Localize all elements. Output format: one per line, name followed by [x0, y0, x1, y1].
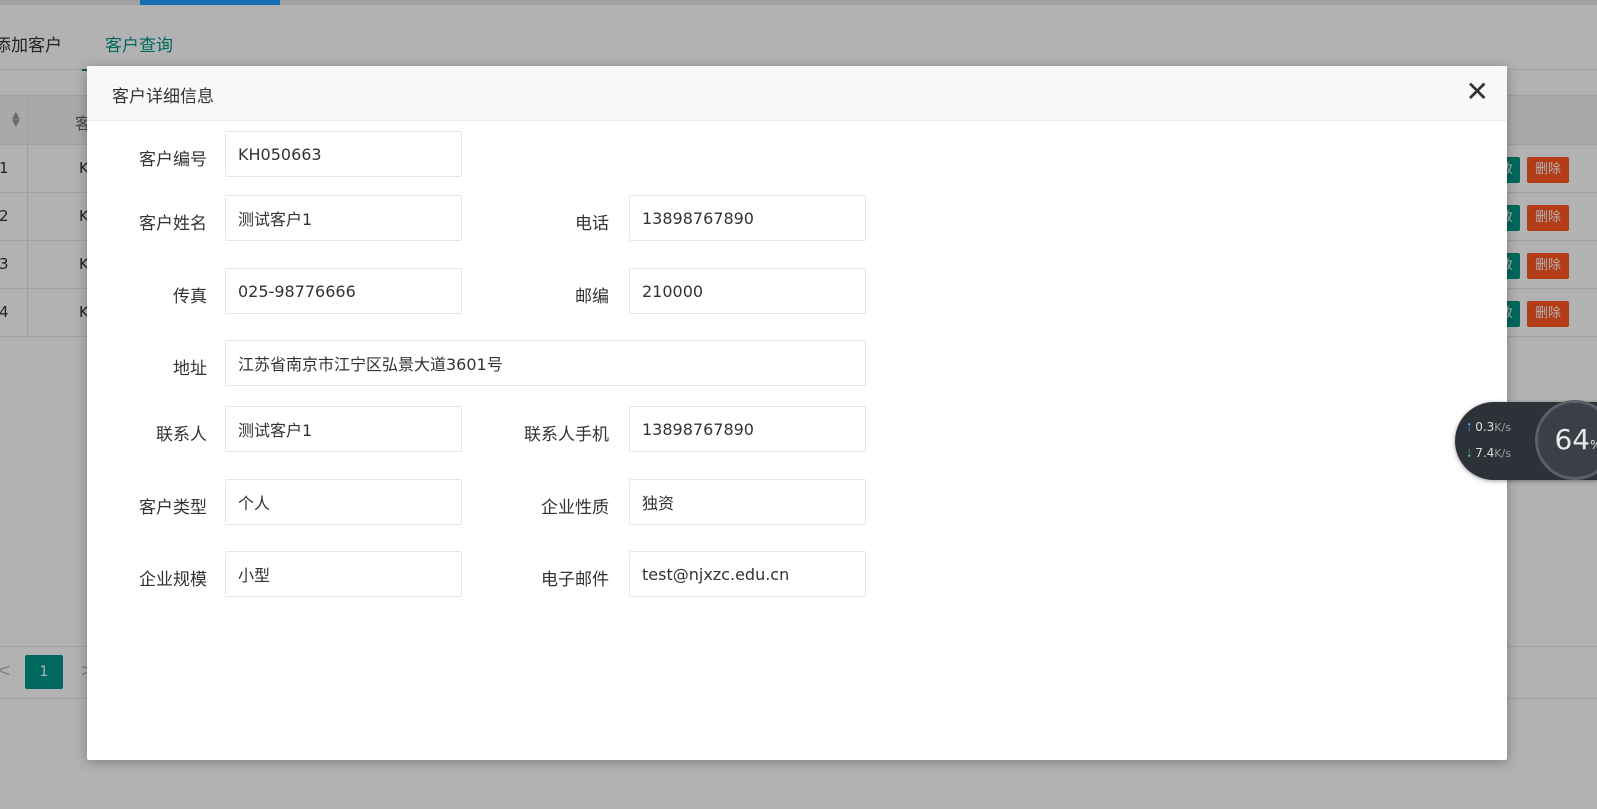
- enterprise-scale-label: 企业规模: [139, 570, 207, 590]
- contact-mobile-label: 联系人手机: [524, 425, 609, 445]
- upload-speed: 🠑 0.3K/s: [1467, 418, 1511, 439]
- address-label: 地址: [173, 359, 207, 379]
- upload-speed-unit: K/s: [1494, 421, 1511, 434]
- customer-name-label: 客户姓名: [139, 214, 207, 234]
- dialog-body: 客户编号 客户姓名 电话 传真 邮编 地址 联系人 联系人手机 客户类型 企业性…: [87, 121, 1507, 760]
- enterprise-nature-field[interactable]: [629, 479, 866, 525]
- email-field[interactable]: [629, 551, 866, 597]
- customer-id-label: 客户编号: [139, 150, 207, 170]
- upload-arrow-icon: 🠑: [1467, 420, 1472, 434]
- close-icon[interactable]: ✕: [1466, 78, 1489, 106]
- fax-label: 传真: [173, 287, 207, 307]
- usage-percent-sign: %: [1590, 438, 1597, 452]
- usage-percent-value: 64: [1554, 423, 1591, 456]
- contact-label: 联系人: [156, 425, 207, 445]
- phone-field[interactable]: [629, 195, 866, 241]
- upload-speed-value: 0.3: [1475, 420, 1495, 434]
- customer-id-field[interactable]: [225, 131, 462, 177]
- dialog-header: 客户详细信息 ✕: [87, 66, 1507, 121]
- contact-field[interactable]: [225, 406, 462, 452]
- download-arrow-icon: 🠓: [1467, 446, 1472, 460]
- customer-type-field[interactable]: [225, 479, 462, 525]
- phone-label: 电话: [575, 214, 609, 234]
- contact-mobile-field[interactable]: [629, 406, 866, 452]
- zipcode-label: 邮编: [575, 287, 609, 307]
- download-speed-value: 7.4: [1475, 446, 1495, 460]
- usage-gauge: 64%: [1535, 400, 1597, 480]
- enterprise-scale-field[interactable]: [225, 551, 462, 597]
- enterprise-nature-label: 企业性质: [541, 498, 609, 518]
- customer-detail-dialog: 客户详细信息 ✕ 客户编号 客户姓名 电话 传真 邮编 地址 联系人 联系人手机…: [87, 66, 1507, 760]
- customer-type-label: 客户类型: [139, 498, 207, 518]
- usage-gauge-label: 64%: [1538, 423, 1597, 456]
- download-speed: 🠓 7.4K/s: [1467, 444, 1511, 465]
- download-speed-unit: K/s: [1494, 447, 1511, 460]
- dialog-title: 客户详细信息: [112, 87, 214, 107]
- email-label: 电子邮件: [541, 570, 609, 590]
- network-speed-widget[interactable]: 🠑 0.3K/s 🠓 7.4K/s 64%: [1455, 400, 1597, 480]
- fax-field[interactable]: [225, 268, 462, 314]
- address-field[interactable]: [225, 340, 866, 386]
- customer-name-field[interactable]: [225, 195, 462, 241]
- zipcode-field[interactable]: [629, 268, 866, 314]
